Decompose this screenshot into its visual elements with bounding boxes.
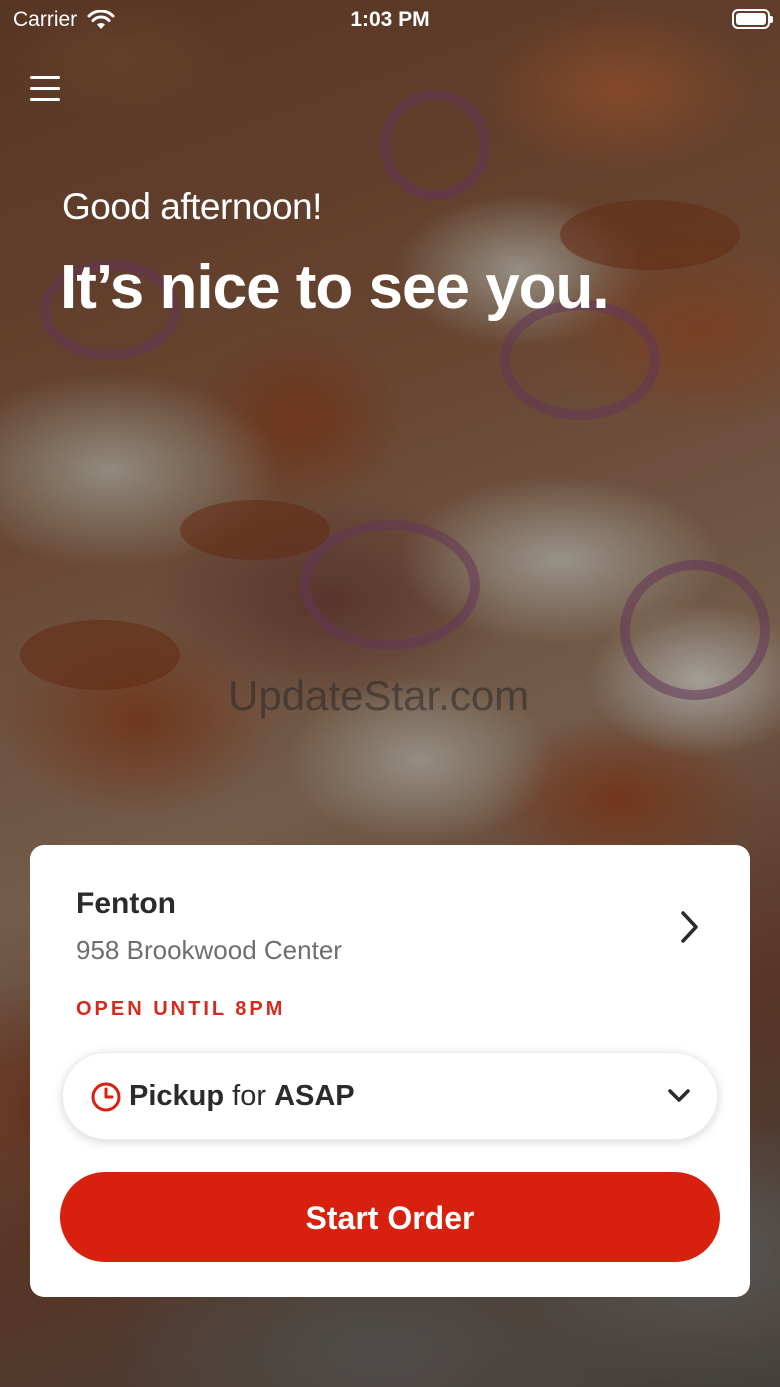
headline-text: It’s nice to see you.: [60, 253, 610, 322]
order-time-label: ASAP: [274, 1080, 355, 1112]
start-order-button[interactable]: Start Order: [60, 1172, 720, 1262]
status-bar: Carrier 1:03 PM: [0, 0, 780, 40]
battery-icon: [732, 9, 773, 29]
status-time: 1:03 PM: [350, 8, 430, 31]
store-name: Fenton: [76, 887, 176, 920]
pickup-text: Pickup for ASAP: [129, 1080, 355, 1113]
app-screen: Carrier 1:03 PM Good afternoon! It’s nic…: [0, 0, 780, 1387]
watermark-text: UpdateStar.com: [228, 672, 530, 719]
chevron-right-icon: [681, 911, 698, 943]
store-address: 958 Brookwood Center: [76, 935, 342, 965]
store-hours-status: OPEN UNTIL 8PM: [76, 998, 286, 1020]
order-card: Fenton 958 Brookwood Center OPEN UNTIL 8…: [30, 845, 750, 1297]
hamburger-menu-icon[interactable]: [28, 72, 64, 106]
pickup-time-dropdown[interactable]: Pickup for ASAP: [62, 1052, 718, 1140]
order-mode-label: Pickup: [129, 1080, 225, 1112]
greeting-text: Good afternoon!: [62, 186, 322, 227]
store-selector[interactable]: Fenton 958 Brookwood Center: [76, 887, 710, 967]
chevron-down-icon: [668, 1089, 690, 1102]
order-mode-connector: for: [232, 1080, 266, 1112]
clock-icon: [91, 1082, 121, 1112]
